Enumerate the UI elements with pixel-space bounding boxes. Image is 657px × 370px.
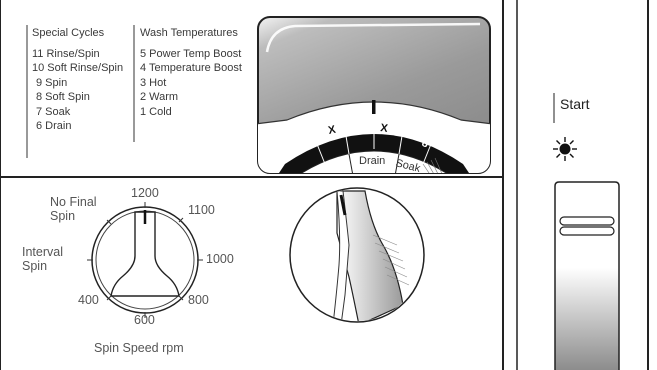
special-cycles-list: Special Cycles 11 Rinse/Spin 10 Soft Rin… — [32, 26, 123, 134]
dial-number: 6 — [355, 121, 361, 133]
cycle-item: 10 Soft Rinse/Spin — [32, 62, 124, 74]
start-label: Start — [560, 96, 590, 112]
label-1000: 1000 — [206, 252, 234, 266]
temperature-item: 2 Warm — [140, 91, 179, 103]
start-button[interactable] — [552, 180, 622, 370]
program-selector-knob[interactable] — [287, 185, 427, 325]
label-800: 800 — [188, 293, 209, 307]
spin-speed-title: Spin Speed rpm — [94, 341, 184, 355]
start-indicator-light-icon — [553, 137, 577, 161]
program-dial-display[interactable]: 4 5 X 6 X 7 8 Drain Soak — [255, 14, 493, 176]
special-cycles-heading: Special Cycles — [32, 27, 105, 39]
label-1100: 1100 — [188, 203, 215, 217]
label-interval-spin: Interval Spin — [22, 245, 63, 273]
wash-temperatures-list: Wash Temperatures 5 Power Temp Boost 4 T… — [140, 26, 242, 119]
cycle-item: 8 Soft Spin — [36, 91, 90, 103]
label-1200: 1200 — [131, 186, 159, 200]
label-600: 600 — [134, 313, 155, 327]
dial-pointer — [372, 100, 376, 114]
temperature-item: 5 Power Temp Boost — [140, 47, 242, 60]
cycle-item: 11 Rinse/Spin — [32, 47, 100, 60]
temperature-item: 1 Cold — [140, 105, 172, 118]
cycle-item: 7 Soak — [36, 105, 71, 118]
temperature-item: 3 Hot — [140, 76, 167, 89]
temperature-item: 4 Temperature Boost — [140, 62, 242, 74]
dial-label-drain: Drain — [359, 155, 385, 167]
wash-temperatures-heading: Wash Temperatures — [140, 27, 238, 39]
label-400: 400 — [78, 293, 99, 307]
cycle-item: 9 Spin — [36, 76, 68, 89]
cycle-item: 6 Drain — [36, 120, 72, 132]
label-no-final-spin: No Final Spin — [50, 195, 97, 223]
start-bar-line — [553, 93, 555, 123]
spin-speed-knob[interactable] — [85, 200, 205, 320]
